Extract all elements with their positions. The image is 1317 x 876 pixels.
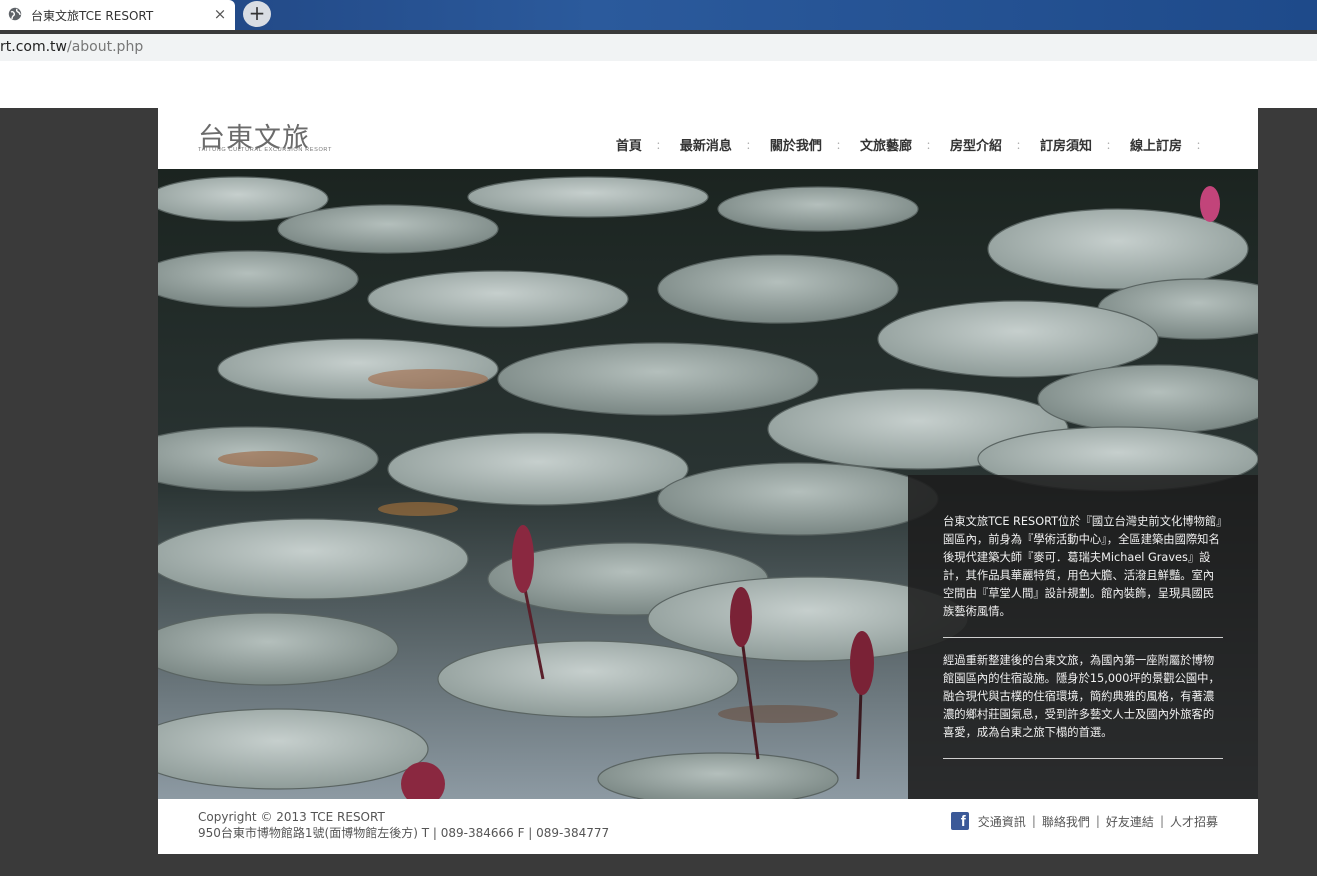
nav-separator: ： <box>1196 141 1206 152</box>
tab-title: 台東文旅TCE RESORT <box>31 9 154 23</box>
about-paragraph-2: 經過重新整建後的台東文旅，為國內第一座附屬於博物館園區內的住宿設施。隱身於15,… <box>943 654 1220 739</box>
site-logo[interactable]: 台東文旅 TAITUNG CULTURAL EXCURSION RESORT <box>198 120 331 154</box>
divider <box>943 758 1223 759</box>
link-separator: | <box>1031 814 1036 828</box>
copyright-text: Copyright © 2013 TCE RESORT <box>198 810 385 824</box>
link-separator: | <box>1095 814 1100 828</box>
page-top-margin <box>0 61 1317 108</box>
link-transport[interactable]: 交通資訊 <box>978 813 1026 830</box>
nav-separator: ： <box>925 141 936 152</box>
nav-online-booking[interactable]: 線上訂房 <box>1130 135 1182 154</box>
logo-english-text: TAITUNG CULTURAL EXCURSION RESORT <box>198 147 332 153</box>
site-footer: Copyright © 2013 TCE RESORT 950台東市博物館路1號… <box>158 799 1258 854</box>
close-tab-icon[interactable]: × <box>212 4 228 24</box>
url-text[interactable]: rt.com.tw/about.php <box>0 39 143 55</box>
divider <box>943 637 1223 638</box>
link-friends[interactable]: 好友連結 <box>1106 813 1154 830</box>
footer-links: f 交通資訊 | 聯絡我們 | 好友連結 | 人才招募 <box>950 812 1218 830</box>
browser-tab[interactable]: 台東文旅TCE RESORT × <box>0 0 235 30</box>
new-tab-button[interactable]: + <box>243 1 271 27</box>
link-separator: | <box>1159 814 1164 828</box>
nav-separator: ： <box>835 141 846 152</box>
link-careers[interactable]: 人才招募 <box>1170 813 1218 830</box>
nav-gallery[interactable]: 文旅藝廊 <box>860 135 912 154</box>
nav-booking-info[interactable]: 訂房須知 <box>1040 135 1092 154</box>
site-header: 台東文旅 TAITUNG CULTURAL EXCURSION RESORT 首… <box>158 108 1258 169</box>
about-paragraph-1: 台東文旅TCE RESORT位於『國立台灣史前文化博物館』園區內，前身為『學術活… <box>943 515 1222 618</box>
address-bar[interactable]: rt.com.tw/about.php <box>0 34 1317 61</box>
globe-icon <box>8 7 22 21</box>
main-nav: 首頁 ： 最新消息 ： 關於我們 ： 文旅藝廊 ： 房型介紹 ： 訂房須知 ： … <box>616 135 1220 154</box>
site-container: 台東文旅 TAITUNG CULTURAL EXCURSION RESORT 首… <box>158 108 1258 854</box>
nav-rooms[interactable]: 房型介紹 <box>950 135 1002 154</box>
url-host: rt.com.tw <box>0 39 67 55</box>
nav-separator: ： <box>1105 141 1116 152</box>
hero-lily-pond-image: 台東文旅TCE RESORT位於『國立台灣史前文化博物館』園區內，前身為『學術活… <box>158 169 1258 799</box>
nav-home[interactable]: 首頁 <box>616 135 642 154</box>
footer-copyright: Copyright © 2013 TCE RESORT 950台東市博物館路1號… <box>198 809 609 841</box>
nav-separator: ： <box>745 141 756 152</box>
about-info-panel: 台東文旅TCE RESORT位於『國立台灣史前文化博物館』園區內，前身為『學術活… <box>908 475 1258 799</box>
nav-about[interactable]: 關於我們 <box>770 135 822 154</box>
nav-news[interactable]: 最新消息 <box>680 135 732 154</box>
url-path: /about.php <box>67 39 144 55</box>
link-contact[interactable]: 聯絡我們 <box>1042 813 1090 830</box>
browser-tabbar: 台東文旅TCE RESORT × + <box>0 0 1317 30</box>
address-text: 950台東市博物館路1號(面博物館左後方) T | 089-384666 F |… <box>198 826 610 840</box>
nav-separator: ： <box>1015 141 1026 152</box>
nav-separator: ： <box>655 141 666 152</box>
facebook-icon[interactable]: f <box>950 812 969 830</box>
